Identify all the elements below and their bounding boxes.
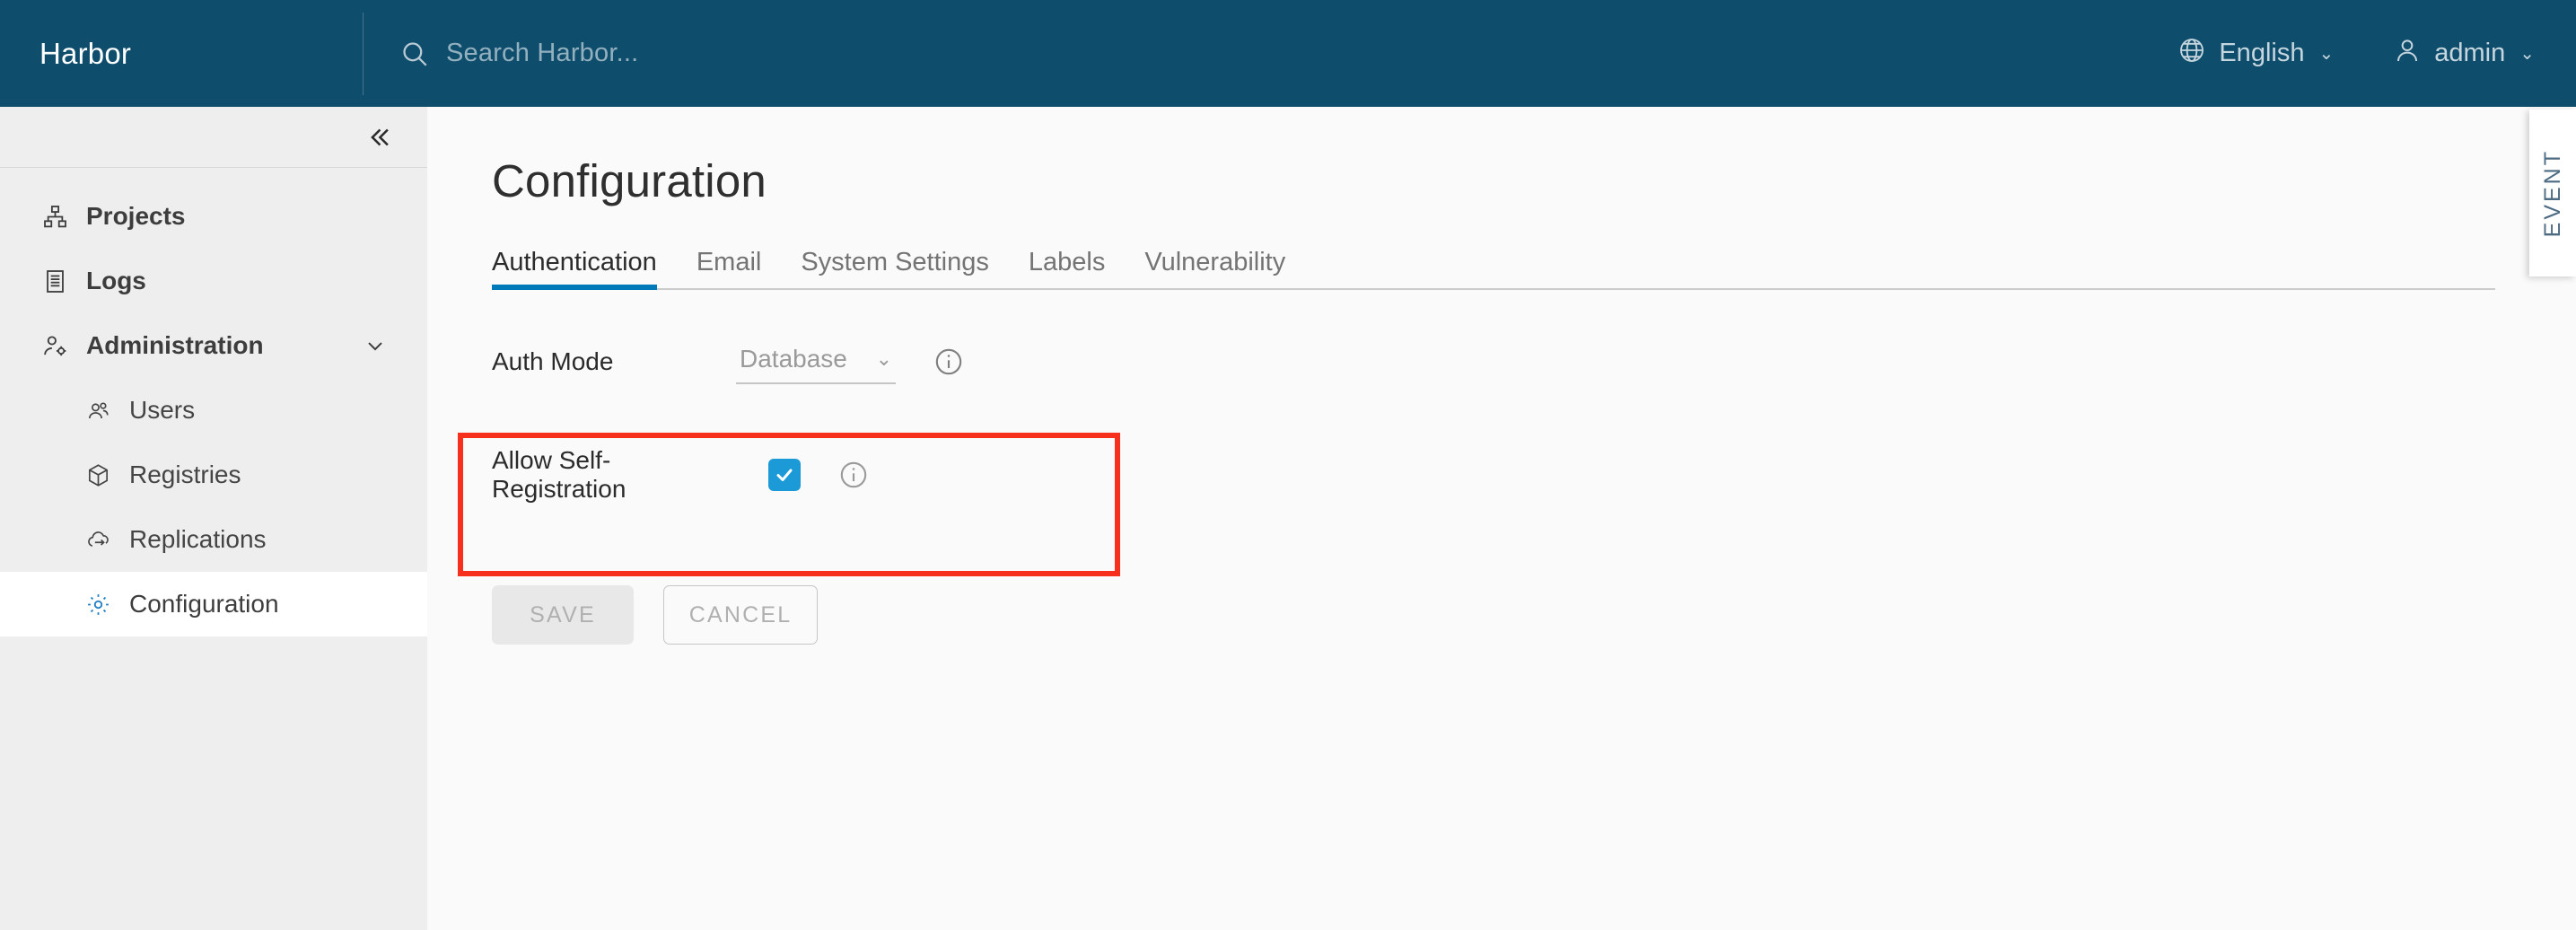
user-menu[interactable]: admin ⌄ — [2393, 0, 2535, 107]
tab-email[interactable]: Email — [677, 250, 782, 288]
tab-labels[interactable]: Labels — [1009, 250, 1125, 288]
replications-icon — [84, 527, 111, 553]
tab-system-settings[interactable]: System Settings — [781, 250, 1009, 288]
check-icon — [776, 469, 793, 481]
header-actions: English ⌄ admin ⌄ — [2177, 0, 2576, 107]
globe-icon — [2177, 36, 2206, 72]
allow-self-registration-row: Allow Self-Registration — [492, 443, 2576, 506]
double-chevron-left-icon — [371, 128, 389, 145]
sidebar-item-label: Logs — [86, 267, 146, 294]
sidebar-nav: Projects Logs Administration Users Regis… — [0, 168, 427, 636]
auth-mode-info-icon[interactable] — [933, 347, 964, 377]
projects-icon — [41, 204, 68, 230]
page-title: Configuration — [492, 155, 767, 206]
tab-authentication[interactable]: Authentication — [492, 250, 677, 290]
event-panel-tab[interactable]: EVENT — [2529, 110, 2576, 276]
configuration-tabs: Authentication Email System Settings Lab… — [492, 234, 2495, 290]
users-icon — [84, 398, 111, 424]
sidebar-item-label: Registries — [129, 461, 241, 488]
search-input[interactable] — [446, 39, 1003, 68]
sidebar-item-projects[interactable]: Projects — [0, 184, 427, 249]
main-content: Configuration Authentication Email Syste… — [427, 107, 2576, 930]
auth-mode-row: Auth Mode Database ⌄ — [492, 330, 2576, 393]
sidebar-item-label: Configuration — [129, 590, 279, 618]
administration-icon — [41, 333, 68, 359]
chevron-down-icon: ⌄ — [2318, 44, 2335, 64]
auth-mode-label: Auth Mode — [492, 347, 614, 375]
app-brand[interactable]: Harbor — [0, 0, 363, 107]
sidebar-item-label: Administration — [86, 331, 264, 359]
sidebar-item-logs[interactable]: Logs — [0, 249, 427, 313]
form-actions: SAVE CANCEL — [492, 506, 2576, 645]
authentication-form: Auth Mode Database ⌄ Allow Self-Registra… — [427, 290, 2576, 645]
registries-icon — [84, 462, 111, 488]
user-icon — [2393, 36, 2422, 72]
logs-icon — [41, 268, 68, 294]
search-icon — [399, 39, 430, 69]
sidebar-collapse-button[interactable] — [364, 122, 394, 153]
save-button[interactable]: SAVE — [492, 585, 634, 645]
allow-self-registration-info-icon[interactable] — [838, 460, 869, 490]
auth-mode-value: Database — [740, 345, 847, 373]
sidebar-item-label: Users — [129, 396, 196, 424]
sidebar-item-administration[interactable]: Administration — [0, 313, 427, 378]
search-area[interactable] — [364, 0, 2177, 107]
sidebar-collapse-row — [0, 107, 427, 168]
sidebar-item-configuration[interactable]: Configuration — [0, 572, 427, 636]
sidebar-item-replications[interactable]: Replications — [0, 507, 427, 572]
chevron-down-icon[interactable] — [363, 333, 388, 358]
event-panel-label: EVENT — [2539, 148, 2565, 238]
gear-icon — [84, 592, 111, 618]
sidebar-item-label: Replications — [129, 525, 267, 553]
sidebar-item-users[interactable]: Users — [0, 378, 427, 443]
sidebar: Projects Logs Administration Users Regis… — [0, 107, 427, 930]
sidebar-item-registries[interactable]: Registries — [0, 443, 427, 507]
cancel-button[interactable]: CANCEL — [663, 585, 818, 645]
auth-mode-select[interactable]: Database ⌄ — [736, 339, 896, 384]
language-label: English — [2219, 39, 2305, 67]
user-label: admin — [2434, 39, 2506, 67]
language-selector[interactable]: English ⌄ — [2177, 0, 2334, 107]
chevron-down-icon: ⌄ — [2519, 44, 2535, 64]
tab-vulnerability[interactable]: Vulnerability — [1125, 250, 1305, 288]
allow-self-registration-label: Allow Self-Registration — [492, 446, 626, 503]
app-header: Harbor English ⌄ — [0, 0, 2576, 107]
sidebar-item-label: Projects — [86, 202, 186, 230]
allow-self-registration-checkbox[interactable] — [768, 459, 801, 491]
chevron-down-icon: ⌄ — [875, 347, 892, 370]
